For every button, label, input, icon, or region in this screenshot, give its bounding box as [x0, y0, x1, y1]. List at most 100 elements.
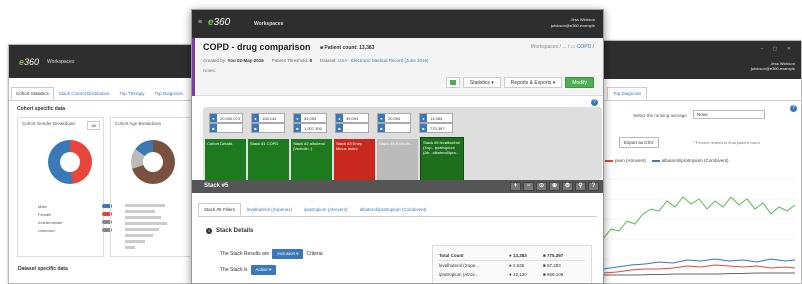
folder-icon: ▭: [570, 44, 576, 50]
top-diagnosis-window[interactable]: – ▢ ✕ Jess Wickson jwickson@e360.example …: [596, 40, 802, 284]
breadcrumb-current[interactable]: COPD /: [577, 44, 594, 50]
cohort-section-title: Cohort specific data: [17, 106, 66, 112]
user-info[interactable]: Jess Wickson jwickson@e360.example: [551, 17, 595, 28]
gender-breakdown-panel: Cohort Gender Breakdown All Male Female …: [17, 117, 112, 257]
patient-count: ■ Patient count: 13,383: [320, 45, 375, 51]
tab-top-diagnosis[interactable]: Top Diagnosis: [607, 87, 648, 100]
record-icon: ■: [378, 124, 385, 132]
tab-cohort-statistics[interactable]: Cohort Statistics: [11, 87, 54, 100]
line-chart-legend: pium (Atrovent) albuterol/ipratropium (C…: [605, 158, 729, 163]
stack-card-4[interactable]: Stack #4 Exclude...: [377, 139, 418, 183]
tab-stack-filters[interactable]: Stack #5 Filters: [198, 203, 242, 216]
stack-counter: ■...: [209, 123, 243, 133]
header-actions: Statistics ▾ Reports & Exports ▾ Modify: [445, 77, 594, 88]
help-icon[interactable]: ?: [588, 182, 599, 191]
legend-item: Female: [38, 210, 112, 218]
stack-counter: ■...: [377, 123, 411, 133]
export-csv-button[interactable]: Export as CSV: [619, 137, 659, 148]
stack-counter: ● 108,144: [251, 113, 285, 123]
person-icon: ●: [378, 114, 385, 122]
tab-levalbuterol[interactable]: levalbuterol (Xopenex): [241, 203, 298, 216]
stack-card-cohort-details[interactable]: Cohort Details: [205, 139, 246, 183]
stack-toolbar: + − ⊙ ⊕ ⚙ ⚲ ?: [510, 182, 599, 191]
stack-counter: ■ 1,207,393: [293, 123, 327, 133]
dataset-link[interactable]: USA - Electronic Medical Record (June 20…: [338, 58, 429, 63]
count-row: ipratropium (Atrov... ● 12,120 ■ 668,109: [439, 272, 564, 277]
user-info[interactable]: Jess Wickson jwickson@e360.example: [751, 61, 795, 71]
stack-subtabs: Stack #5 Filters levalbuterol (Xopenex) …: [198, 203, 597, 217]
notes-label: Notes:: [203, 68, 217, 73]
info-icon: i: [206, 228, 212, 234]
help-icon[interactable]: ?: [591, 99, 598, 106]
desktop-stage: e360 Workspaces Cohort Statistics Stack …: [0, 0, 802, 284]
window-controls[interactable]: – ▢ ✕: [761, 46, 795, 52]
stack-title: Stack #5: [204, 183, 229, 189]
tab-ipratropium[interactable]: ipratropium (Atrovent): [298, 203, 354, 216]
cohort-statistics-window[interactable]: e360 Workspaces Cohort Statistics Stack …: [8, 44, 213, 284]
age-donut-chart: [130, 140, 175, 184]
stack-counter: ■ 775,397: [419, 123, 453, 133]
stack-count-panel: Total Count ● 13,383 ■ 775,397 levalbute…: [432, 245, 592, 283]
settings-icon[interactable]: ⚙: [562, 182, 573, 191]
left-window-header: e360 Workspaces: [9, 45, 212, 78]
patient-threshold: Patient Threshold: 8: [271, 58, 312, 63]
stack-counter: ● 35,093: [293, 113, 327, 123]
stack-title-bar: Stack #5 + − ⊙ ⊕ ⚙ ⚲ ?: [192, 180, 603, 193]
e360-logo[interactable]: e360: [19, 57, 39, 67]
main-window-header: ≡ e360 Workspaces Jess Wickson jwickson@e…: [192, 10, 603, 38]
record-icon: ■: [336, 124, 343, 132]
workspaces-link[interactable]: Workspaces: [47, 59, 74, 65]
page-title: COPD - drug comparison: [203, 42, 311, 52]
active-dropdown[interactable]: Active ▾: [250, 265, 277, 275]
legend-item: Indeterminate: [38, 218, 112, 226]
view-icon[interactable]: ⊙: [536, 182, 547, 191]
stack-counter: ■...: [335, 123, 369, 133]
count-row: levalbuterol (Xope... ● 2,635 ■ 87,283: [439, 263, 561, 268]
help-icon[interactable]: ?: [790, 105, 797, 112]
inclusion-dropdown[interactable]: Inclusion ▾: [272, 249, 304, 259]
stack-counter: ● 13,383: [419, 113, 453, 123]
stack-card-5[interactable]: Stack #5 levalbuterol (Xop.. ipratropium…: [420, 137, 464, 183]
target-icon[interactable]: ⊕: [549, 182, 560, 191]
running-average-select[interactable]: None: [693, 110, 765, 119]
modify-button[interactable]: Modify: [565, 77, 594, 88]
workspaces-link[interactable]: Workspaces: [254, 21, 283, 27]
reports-exports-button[interactable]: Reports & Exports ▾: [503, 77, 563, 88]
remove-icon[interactable]: −: [523, 182, 534, 191]
tab-stack-control-distribution[interactable]: Stack Control Distribution: [54, 87, 115, 100]
stack-card-2[interactable]: Stack #2 albuterol (Ventolin..): [291, 139, 332, 183]
gender-legend: Male Female Indeterminate Unknown: [38, 202, 112, 234]
workspace-meta: Created by: You 02-May-2016 Patient Thre…: [203, 58, 429, 63]
stack-details-heading: i Stack Details: [206, 228, 253, 234]
gender-select[interactable]: All: [87, 121, 100, 130]
stack-card-1[interactable]: Stack #1 COPD: [248, 139, 289, 183]
e360-logo[interactable]: e360: [208, 17, 230, 28]
copd-workspace-window[interactable]: ≡ e360 Workspaces Jess Wickson jwickson@e…: [191, 9, 604, 284]
right-tabs: Top Diagnosis: [597, 87, 801, 101]
cohort-panels: Cohort Gender Breakdown All Male Female …: [9, 117, 212, 257]
record-icon: ■: [420, 124, 427, 132]
search-icon[interactable]: ⚲: [575, 182, 586, 191]
grid-icon: [449, 80, 456, 85]
age-breakdown-title: Cohort Age Breakdown: [114, 121, 162, 126]
tab-albuterol-ipratropium[interactable]: albuterol/ipratropium (Combivent): [354, 203, 433, 216]
person-icon: ●: [294, 114, 301, 122]
breadcrumb-path[interactable]: Workspaces / ... /: [531, 44, 570, 50]
grid-view-button[interactable]: [445, 77, 460, 88]
menu-icon[interactable]: ≡: [198, 19, 202, 26]
tab-top-therapy[interactable]: Top Therapy: [115, 87, 150, 100]
statistics-button[interactable]: Statistics ▾: [462, 77, 501, 88]
stack-counter: ● 20,000,073: [209, 113, 243, 123]
right-window-header: – ▢ ✕ Jess Wickson jwickson@e360.example: [597, 41, 801, 79]
person-icon: ●: [420, 114, 427, 122]
tab-top-diagnosis[interactable]: Top Diagnosis: [149, 87, 187, 100]
stack-results-criteria: The Stack Results are Inclusion ▾ Criter…: [220, 249, 323, 259]
stack-status-criteria: The Stack is Active ▾: [220, 265, 277, 275]
add-icon[interactable]: +: [510, 182, 521, 191]
workspace-header: COPD - drug comparison ■ Patient count: …: [192, 38, 603, 96]
legend-item: pium (Atrovent): [605, 158, 646, 163]
legend-item: albuterol/ipratropium (Combivent): [651, 158, 729, 163]
left-tabs: Cohort Statistics Stack Control Distribu…: [9, 87, 212, 101]
stack-card-3[interactable]: Stack #3 Entry Minus Index: [334, 139, 375, 183]
record-icon: ■: [210, 124, 217, 132]
